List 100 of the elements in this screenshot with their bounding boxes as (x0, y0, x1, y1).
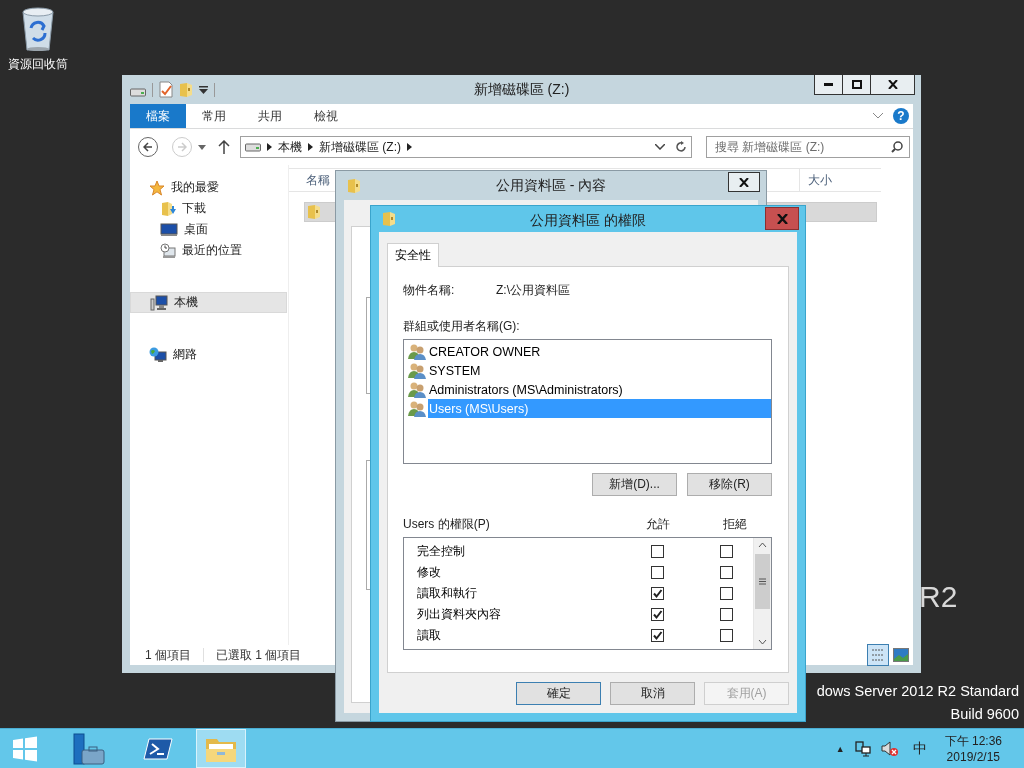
breadcrumb[interactable]: 本機 (278, 138, 302, 156)
list-item[interactable]: Administrators (MS\Administrators) (428, 380, 771, 399)
checkbox[interactable] (720, 587, 733, 600)
input-method-indicator[interactable]: 中 (912, 739, 927, 758)
dropdown-caret-icon[interactable] (199, 85, 208, 94)
nav-item[interactable]: 我的最愛 (130, 177, 287, 198)
nav-item[interactable]: 桌面 (130, 219, 287, 240)
users-icon (408, 362, 426, 379)
list-item[interactable]: CREATOR OWNER (428, 342, 771, 361)
clock-computer-icon (160, 242, 176, 259)
dialog-title: 公用資料區 - 內容 (494, 177, 608, 195)
monitor-icon (160, 222, 178, 237)
desktop-icon-label[interactable]: 資源回收筒 (8, 56, 68, 73)
dialog-title: 公用資料區 的權限 (529, 212, 647, 230)
nav-item[interactable]: 下載 (130, 198, 287, 219)
scrollbar[interactable] (753, 538, 771, 649)
file-menu-button[interactable]: 檔案 (130, 104, 186, 128)
field-label: 物件名稱: (403, 282, 456, 299)
clock[interactable]: 下午 12:36 2019/2/15 (944, 732, 1002, 765)
checkbox[interactable] (651, 566, 664, 579)
status-text: 1 個項目 (145, 646, 191, 664)
ribbon-tab[interactable]: 常用 (186, 104, 242, 128)
users-icon (408, 343, 426, 360)
show-hidden-icons-button[interactable]: ▲ (835, 743, 845, 754)
checkbox[interactable] (651, 587, 664, 600)
status-text: 已選取 1 個項目 (216, 646, 302, 664)
maximize-icon (851, 80, 862, 89)
computer-icon (150, 294, 168, 311)
build-text: Build 9600 (950, 706, 1019, 722)
permission-name: 修改 (417, 564, 442, 581)
dialog-button[interactable]: 取消 (610, 682, 695, 705)
close-icon (887, 80, 898, 89)
close-icon (739, 177, 749, 187)
network-icon[interactable] (854, 740, 871, 757)
nav-item[interactable]: 網路 (130, 344, 287, 365)
dropdown-icon[interactable] (655, 144, 665, 150)
checkbox[interactable] (720, 608, 733, 621)
help-button[interactable]: ? (893, 108, 909, 124)
column-header: 允許 (645, 516, 671, 533)
close-button[interactable] (870, 75, 915, 95)
windows-logo-icon (12, 735, 38, 762)
permission-name: 列出資料夾內容 (417, 606, 502, 623)
scroll-thumb[interactable] (755, 554, 770, 609)
nav-item[interactable]: 本機 (130, 292, 287, 313)
refresh-icon[interactable] (675, 141, 687, 153)
up-arrow-icon[interactable] (218, 140, 230, 154)
new-folder-icon (179, 81, 193, 98)
volume-muted-icon[interactable] (880, 740, 899, 757)
ribbon-tab[interactable]: 共用 (242, 104, 298, 128)
drive-icon (245, 142, 261, 152)
edition-text: dows Server 2012 R2 Standard (816, 683, 1019, 699)
group-list[interactable]: CREATOR OWNER SYSTEM Administrators (MS\Administrators) Users (MS\Users) (403, 339, 772, 464)
field-label: Users 的權限(P) (403, 516, 491, 533)
chevron-right-icon (308, 143, 313, 151)
users-icon (408, 400, 426, 417)
add-button[interactable]: 新增(D)... (592, 473, 677, 496)
expand-ribbon-icon[interactable] (873, 113, 883, 119)
chevron-right-icon (267, 143, 272, 151)
breadcrumb[interactable]: 新增磁碟區 (Z:) (319, 138, 401, 156)
checkbox[interactable] (651, 608, 664, 621)
back-arrow-icon (143, 142, 153, 152)
list-item[interactable]: SYSTEM (428, 361, 771, 380)
tab[interactable]: 安全性 (387, 243, 439, 267)
download-folder-icon (160, 200, 176, 217)
checkbox[interactable] (720, 629, 733, 642)
recent-locations-icon[interactable] (198, 144, 206, 150)
close-button[interactable] (728, 172, 760, 192)
window-title: 新增磁碟區 (Z:) (472, 81, 571, 99)
powershell-icon (143, 736, 173, 761)
column-header[interactable]: 大小 (799, 169, 872, 191)
nav-item[interactable]: 最近的位置 (130, 240, 287, 261)
permission-name: 讀取 (417, 627, 442, 644)
forward-arrow-icon (177, 142, 187, 152)
search-icon[interactable] (891, 141, 903, 153)
users-icon (408, 381, 426, 398)
column-header: 拒絕 (722, 516, 748, 533)
minimize-icon (824, 83, 833, 86)
field-label: 群組或使用者名稱(G): (403, 318, 521, 335)
network-globe-icon (149, 346, 167, 363)
checkbox[interactable] (720, 545, 733, 558)
server-toolbox-icon (72, 731, 106, 766)
checkbox[interactable] (651, 545, 664, 558)
folder-icon (382, 211, 396, 227)
checkbox[interactable] (651, 629, 664, 642)
drive-icon[interactable] (130, 86, 146, 97)
recycle-bin-icon[interactable] (20, 6, 56, 52)
maximize-button[interactable] (842, 75, 871, 95)
details-view-icon[interactable] (867, 644, 889, 666)
folder-icon (307, 204, 321, 220)
checkbox[interactable] (720, 566, 733, 579)
remove-button[interactable]: 移除(R) (687, 473, 772, 496)
properties-icon[interactable] (159, 81, 173, 98)
close-icon (776, 213, 788, 224)
dialog-button[interactable]: 確定 (516, 682, 601, 705)
ribbon-tab[interactable]: 檢視 (298, 104, 354, 128)
minimize-button[interactable] (814, 75, 843, 95)
chevron-right-icon (407, 143, 412, 151)
address-bar[interactable]: 本機 新增磁碟區 (Z:) (240, 136, 692, 158)
permission-name: 完全控制 (417, 543, 466, 560)
search-field[interactable]: 搜尋 新增磁碟區 (Z:) (706, 136, 910, 158)
